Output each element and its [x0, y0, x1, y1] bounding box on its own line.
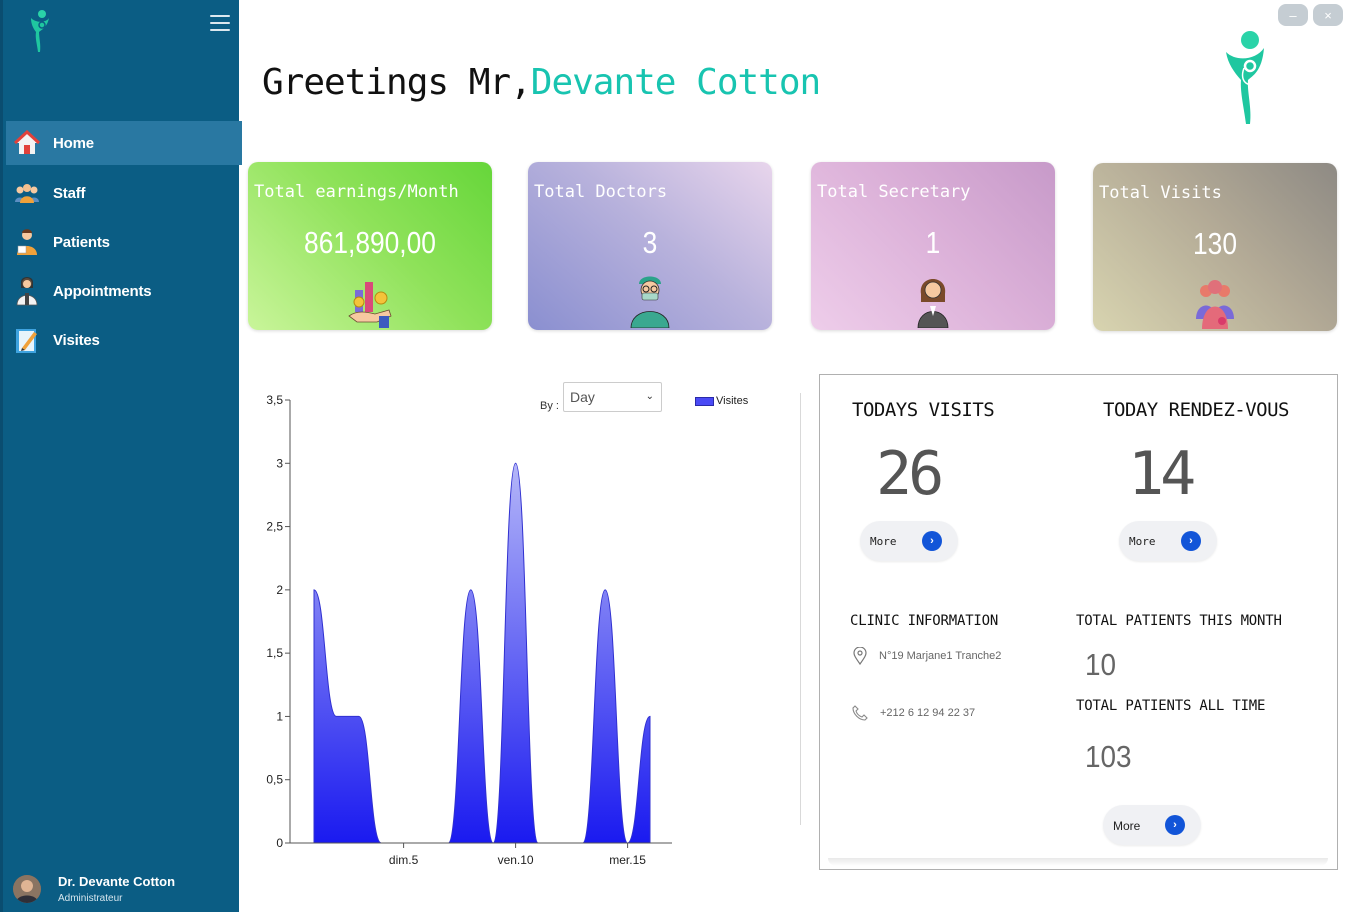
- location-pin-icon: [853, 647, 867, 665]
- y-tick-label: 0,5: [266, 773, 283, 787]
- card-value: 3: [642, 225, 658, 260]
- clinic-phone: +212 6 12 94 22 37: [852, 705, 975, 721]
- y-tick-label: 2: [276, 583, 283, 597]
- filter-by-label: By :: [540, 400, 559, 412]
- card-title: Total Visits: [1099, 183, 1222, 203]
- visits-area-series: [313, 462, 651, 844]
- divider: [800, 393, 801, 825]
- y-tick-label: 2,5: [266, 520, 283, 534]
- chart-legend[interactable]: Visites: [695, 395, 748, 407]
- phone-text: +212 6 12 94 22 37: [880, 707, 976, 719]
- more-label: More: [1129, 535, 1156, 548]
- home-icon: [14, 130, 40, 156]
- stat-card-earnings[interactable]: Total earnings/Month 861,890,00: [248, 162, 492, 330]
- stat-card-doctors[interactable]: Total Doctors 3: [528, 162, 772, 330]
- sidebar-item-staff[interactable]: Staff: [6, 169, 242, 217]
- chevron-right-icon: ›: [922, 531, 942, 551]
- sidebar-item-patients[interactable]: Patients: [6, 218, 242, 266]
- patients-month-value: 10: [1085, 647, 1117, 682]
- visits-chart: 0 0,5 1 1,5 2 2,5 3 3,5 dim.5 ven.10 mer.15: [250, 378, 770, 878]
- chevron-down-icon: ⌄: [645, 391, 654, 402]
- card-value: 861,890,00: [304, 225, 436, 260]
- card-value: 130: [1193, 226, 1237, 261]
- sidebar-item-label: Home: [53, 134, 94, 152]
- appointment-icon: [14, 277, 40, 306]
- y-tick-label: 1: [276, 709, 283, 723]
- phone-icon: [852, 705, 868, 721]
- sidebar: Home Staff Patients Appointments Visites: [0, 0, 242, 912]
- patients-all-value: 103: [1085, 739, 1132, 774]
- sidebar-item-label: Visites: [53, 331, 100, 349]
- legend-swatch: [695, 396, 714, 406]
- greeting-prefix: Greetings Mr,: [262, 62, 532, 103]
- sidebar-item-home[interactable]: Home: [6, 121, 242, 165]
- address-text: N°19 Marjane1 Tranche2: [879, 650, 1002, 662]
- today-rdv-more-button[interactable]: More ›: [1119, 521, 1217, 561]
- period-select-value: Day: [570, 389, 595, 405]
- sidebar-item-label: Staff: [53, 184, 86, 202]
- visitors-icon: [1196, 280, 1234, 329]
- page-title: Greetings Mr,Devante Cotton: [262, 62, 821, 103]
- todays-visits-label: TODAYS VISITS: [852, 399, 995, 421]
- secretary-icon: [917, 279, 949, 328]
- chevron-right-icon: ›: [1181, 531, 1201, 551]
- notebook-icon: [14, 327, 40, 353]
- sidebar-item-label: Patients: [53, 233, 110, 251]
- sidebar-item-visites[interactable]: Visites: [6, 316, 242, 364]
- x-tick-label: mer.15: [609, 853, 646, 867]
- patients-more-button[interactable]: More ›: [1103, 805, 1201, 845]
- card-title: Total Secretary: [817, 182, 971, 202]
- y-tick-label: 0: [276, 836, 283, 850]
- menu-toggle-icon[interactable]: [210, 15, 230, 33]
- greeting-name: Devante Cotton: [530, 62, 821, 103]
- patients-month-label: TOTAL PATIENTS THIS MONTH: [1076, 613, 1282, 629]
- avatar: [13, 875, 41, 903]
- clinic-address: N°19 Marjane1 Tranche2: [853, 647, 1001, 665]
- more-label: More: [1113, 819, 1141, 833]
- stat-card-visits[interactable]: Total Visits 130: [1093, 163, 1337, 331]
- user-profile[interactable]: Dr. Devante Cotton Administrateur: [13, 874, 175, 904]
- money-icon: [348, 282, 392, 328]
- clinic-info-label: CLINIC INFORMATION: [850, 613, 999, 629]
- sidebar-item-appointments[interactable]: Appointments: [6, 267, 242, 315]
- x-tick-label: ven.10: [498, 853, 534, 867]
- y-tick-label: 1,5: [266, 646, 283, 660]
- clinic-logo-icon: [1226, 31, 1264, 124]
- patient-icon: [14, 229, 40, 255]
- chevron-right-icon: ›: [1165, 815, 1185, 835]
- y-tick-label: 3: [276, 456, 283, 470]
- card-title: Total Doctors: [534, 182, 668, 202]
- x-tick-label: dim.5: [389, 853, 419, 867]
- visits-chart-svg: 0 0,5 1 1,5 2 2,5 3 3,5 dim.5 ven.10 mer.15: [266, 393, 672, 867]
- stat-card-secretary[interactable]: Total Secretary 1: [811, 162, 1055, 330]
- more-label: More: [870, 535, 897, 548]
- legend-label: Visites: [716, 395, 749, 407]
- panel-shadow: [828, 858, 1328, 866]
- user-role: Administrateur: [58, 893, 123, 904]
- todays-visits-value: 26: [876, 439, 944, 509]
- sidebar-nav: Home Staff Patients Appointments Visites: [6, 121, 242, 365]
- card-value: 1: [925, 225, 941, 260]
- period-select[interactable]: Day ⌄: [563, 382, 662, 412]
- close-button[interactable]: ×: [1313, 4, 1343, 26]
- today-rdv-label: TODAY RENDEZ-VOUS: [1103, 399, 1289, 421]
- patients-all-label: TOTAL PATIENTS ALL TIME: [1076, 698, 1266, 714]
- today-summary-panel: TODAYS VISITS 26 More › TODAY RENDEZ-VOU…: [819, 374, 1338, 870]
- minimize-button[interactable]: –: [1278, 4, 1308, 26]
- clinic-logo-icon: [31, 10, 49, 52]
- doctor-icon: [630, 276, 670, 328]
- card-title: Total earnings/Month: [254, 182, 459, 202]
- staff-icon: [14, 180, 40, 206]
- todays-visits-more-button[interactable]: More ›: [860, 521, 958, 561]
- user-name: Dr. Devante Cotton: [58, 874, 176, 889]
- sidebar-item-label: Appointments: [53, 282, 152, 300]
- today-rdv-value: 14: [1128, 439, 1196, 509]
- y-tick-label: 3,5: [266, 393, 283, 407]
